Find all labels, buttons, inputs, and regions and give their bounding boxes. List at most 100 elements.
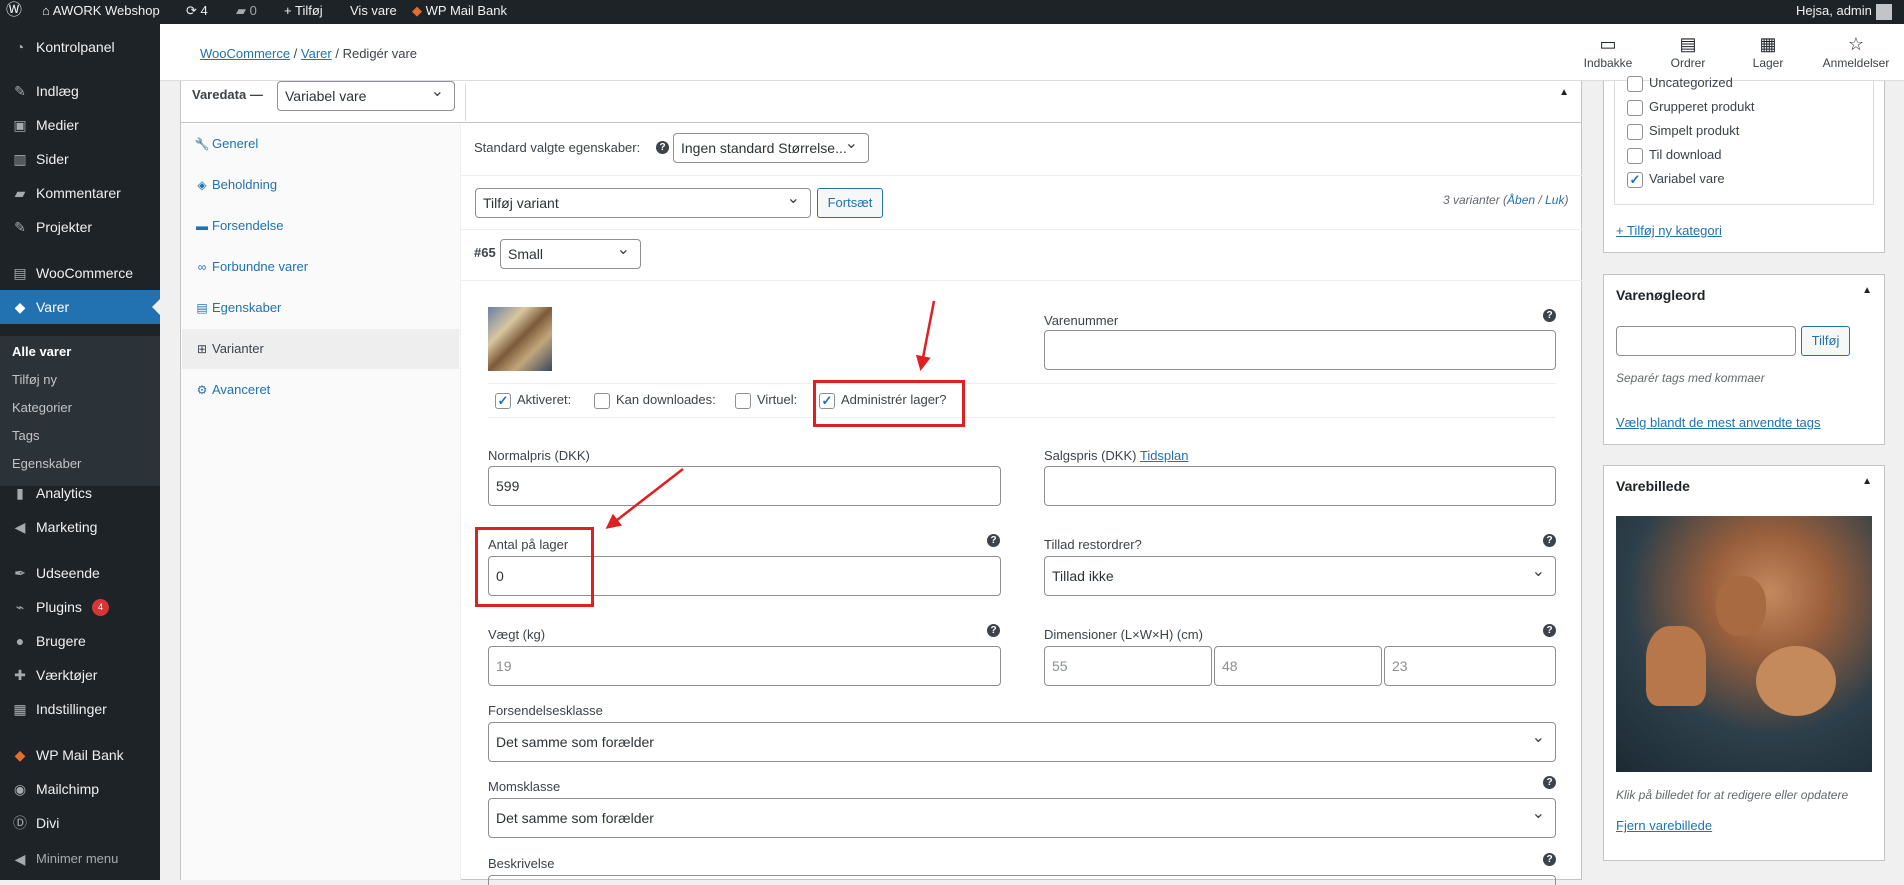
- breadcrumb-woocommerce[interactable]: WooCommerce: [200, 46, 290, 61]
- comment-icon: ▰: [236, 3, 246, 18]
- page-header: WooCommerce / Varer / Redigér vare ▭ Indb…: [160, 24, 1904, 81]
- product-image[interactable]: [1616, 516, 1872, 772]
- shipping-class-label: Forsendelsesklasse: [488, 703, 603, 718]
- new-label: Tilføj: [294, 3, 323, 18]
- product-image-title: Varebillede: [1616, 478, 1690, 494]
- sidebar-item-sider[interactable]: ▥ Sider: [0, 142, 160, 176]
- breadcrumb: WooCommerce / Varer / Redigér vare: [200, 46, 418, 61]
- submenu-item-tilføj-ny[interactable]: Tilføj ny: [12, 372, 57, 387]
- sidebar-item-udseende[interactable]: ✒ Udseende: [0, 556, 160, 590]
- comments-link[interactable]: ▰ 0: [236, 0, 257, 24]
- submenu-item-kategorier[interactable]: Kategorier: [12, 400, 72, 415]
- category-item[interactable]: Simpelt produkt: [1627, 123, 1739, 140]
- stock-button[interactable]: ▦ Lager: [1728, 32, 1808, 70]
- submenu-item-egenskaber[interactable]: Egenskaber: [12, 456, 81, 471]
- tags-hint: Separér tags med kommaer: [1616, 371, 1765, 385]
- sidebar-item-label: Mailchimp: [36, 781, 100, 797]
- breadcrumb-products[interactable]: Varer: [301, 46, 332, 61]
- mail-bank-icon: ◆: [412, 3, 422, 18]
- sidebar-item-woocommerce[interactable]: ▤ WooCommerce: [0, 256, 160, 290]
- mail-bank-icon: ◆: [14, 747, 26, 763]
- product-data-panel: Varedata — Variabel vare ▲ 🔧Generel ◈Beh…: [180, 81, 1582, 885]
- add-tag-button[interactable]: Tilføj: [1801, 326, 1850, 356]
- reviews-button[interactable]: ☆ Anmeldelser: [1808, 32, 1904, 70]
- stock-label: Lager: [1752, 56, 1784, 70]
- remove-image-link[interactable]: Fjern varebillede: [1616, 818, 1712, 833]
- shipping-class-select[interactable]: Det samme som forælder: [488, 722, 1556, 762]
- megaphone-icon: ◀: [14, 519, 26, 535]
- site-name-label: AWORK Webshop: [52, 3, 160, 18]
- sidebar-item-label: Medier: [36, 117, 79, 133]
- help-icon: ?: [1543, 853, 1556, 866]
- updates-link[interactable]: ⟳ 4: [186, 0, 208, 24]
- pages-icon: ▥: [13, 151, 27, 167]
- checkbox-unchecked-icon: [1627, 99, 1643, 116]
- mailchimp-icon: ◉: [13, 781, 27, 797]
- collapse-tags-icon[interactable]: ▲: [1862, 285, 1872, 296]
- sidebar-item-minimer-menu[interactable]: ◀ Minimer menu: [0, 842, 160, 876]
- greeting-label: Hejsa, admin: [1796, 3, 1872, 18]
- settings-icon: ▦: [13, 701, 27, 717]
- description-textarea[interactable]: [488, 875, 1556, 885]
- orders-button[interactable]: ▤ Ordrer: [1648, 32, 1728, 70]
- category-item[interactable]: Grupperet produkt: [1627, 99, 1755, 116]
- products-icon: ◆: [14, 299, 26, 315]
- tax-class-label: Momsklasse: [488, 779, 561, 794]
- sidebar-item-divi[interactable]: Ⓓ Divi: [0, 806, 160, 840]
- tag-input[interactable]: [1616, 326, 1796, 356]
- sidebar-item-kommentarer[interactable]: ▰ Kommentarer: [0, 176, 160, 210]
- wordpress-logo-icon[interactable]: Ⓦ: [6, 0, 22, 24]
- view-product-link[interactable]: Vis vare: [350, 0, 397, 24]
- sidebar-item-label: Kommentarer: [36, 185, 121, 201]
- tax-class-select[interactable]: Det samme som forælder: [488, 798, 1556, 838]
- plugins-icon: ⌁: [15, 599, 25, 615]
- wp-mail-bank-link[interactable]: ◆ WP Mail Bank: [412, 0, 507, 24]
- sidebar-item-marketing[interactable]: ◀ Marketing: [0, 510, 160, 544]
- sidebar-item-label: Varer: [36, 299, 70, 315]
- sidebar-item-label: Marketing: [36, 519, 98, 535]
- plugins-update-badge: 4: [92, 599, 109, 616]
- pin-icon: ✎: [14, 83, 26, 99]
- tools-icon: ✚: [14, 667, 26, 683]
- orders-icon: ▤: [1679, 34, 1697, 54]
- sidebar-item-varer[interactable]: ◆ Varer: [0, 290, 160, 324]
- refresh-icon: ⟳: [186, 3, 197, 18]
- checkbox-unchecked-icon: [1627, 75, 1643, 92]
- submenu-item-tags[interactable]: Tags: [12, 428, 39, 443]
- sidebar-item-label: Udseende: [36, 565, 100, 581]
- sidebar-item-projekter[interactable]: ✎ Projekter: [0, 210, 160, 244]
- admin-bar: Ⓦ ⌂ AWORK Webshop ⟳ 4 ▰ 0 + Tilføj Vis v…: [0, 0, 1904, 24]
- choose-tags-link[interactable]: Vælg blandt de mest anvendte tags: [1616, 415, 1821, 430]
- category-label: Simpelt produkt: [1649, 123, 1740, 138]
- account-link[interactable]: Hejsa, admin: [1796, 0, 1892, 24]
- tags-title: Varenøgleord: [1616, 287, 1706, 303]
- category-item[interactable]: ✓ Variabel vare: [1627, 171, 1725, 188]
- sidebar-item-brugere[interactable]: ● Brugere: [0, 624, 160, 658]
- checkbox-unchecked-icon: [1627, 123, 1643, 140]
- new-content-link[interactable]: + Tilføj: [284, 0, 323, 24]
- inbox-button[interactable]: ▭ Indbakke: [1568, 32, 1648, 70]
- sidebar-item-indstillinger[interactable]: ▦ Indstillinger: [0, 692, 160, 726]
- collapse-image-icon[interactable]: ▲: [1862, 476, 1872, 487]
- submenu-item-alle-varer[interactable]: Alle varer: [12, 344, 71, 359]
- media-icon: ▣: [13, 117, 27, 133]
- sidebar-item-værktøjer[interactable]: ✚ Værktøjer: [0, 658, 160, 692]
- add-category-link[interactable]: + Tilføj ny kategori: [1616, 223, 1722, 238]
- pottery-shape: [1756, 646, 1836, 716]
- sidebar-item-mailchimp[interactable]: ◉ Mailchimp: [0, 772, 160, 806]
- sidebar-item-wp-mail-bank[interactable]: ◆ WP Mail Bank: [0, 738, 160, 772]
- sidebar-item-kontrolpanel[interactable]: ◔ Kontrolpanel: [0, 30, 160, 64]
- sidebar-item-medier[interactable]: ▣ Medier: [0, 108, 160, 142]
- category-item[interactable]: Uncategorized: [1627, 75, 1733, 92]
- category-item[interactable]: Til download: [1627, 147, 1722, 164]
- sidebar-item-indlæg[interactable]: ✎ Indlæg: [0, 74, 160, 108]
- sidebar-item-label: Værktøjer: [36, 667, 98, 683]
- site-name-link[interactable]: ⌂ AWORK Webshop: [42, 0, 160, 24]
- category-checklist: Uncategorized Grupperet produkt Simpelt pr…: [1614, 75, 1874, 205]
- inbox-label: Indbakke: [1583, 56, 1633, 70]
- star-icon: ☆: [1847, 34, 1865, 54]
- stock-icon: ▦: [1759, 34, 1777, 54]
- sidebar-item-plugins[interactable]: ⌁ Plugins 4: [0, 590, 160, 624]
- sidebar-item-label: Plugins: [36, 599, 82, 615]
- sidebar-item-label: Indlæg: [36, 83, 79, 99]
